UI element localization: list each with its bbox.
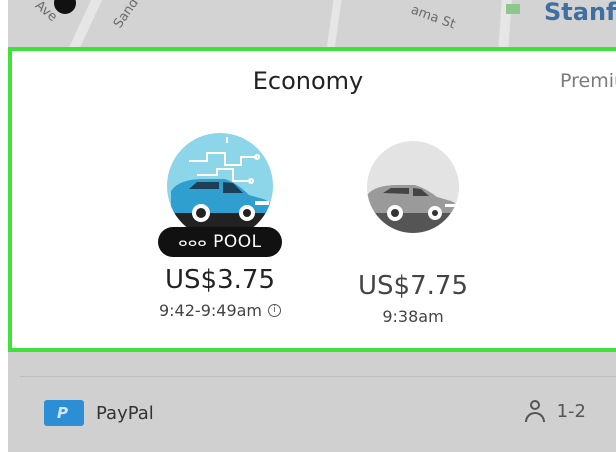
map-road (325, 0, 343, 48)
group-icon: ⴰⴰⴰ (178, 234, 208, 250)
standard-price: US$7.75 (358, 271, 468, 301)
map-park-area (506, 4, 520, 14)
standard-eta: 9:38am (323, 307, 503, 326)
standard-car-icon (367, 141, 459, 233)
seat-count: 1-2 (556, 400, 586, 422)
payment-method-label: PayPal (96, 402, 154, 424)
map-view[interactable]: Ave Sand ama St Stanf (0, 0, 616, 48)
pool-badge: ⴰⴰⴰ POOL (158, 227, 282, 257)
map-street-label: ama St (408, 2, 458, 33)
pool-car-icon (167, 133, 273, 239)
tab-premium[interactable]: Premium (560, 70, 616, 92)
payment-method[interactable]: P PayPal (44, 400, 154, 426)
paypal-icon: P (44, 400, 84, 426)
panel-title: Economy (252, 67, 364, 95)
seat-selector[interactable]: 1-2 (524, 400, 586, 422)
pool-eta: 9:42-9:49am i (130, 301, 310, 320)
person-icon (524, 400, 545, 422)
pool-badge-label: POOL (213, 232, 262, 252)
ride-selection-panel: Economy Premium (8, 47, 616, 352)
standard-eta-text: 9:38am (382, 307, 444, 326)
pool-eta-text: 9:42-9:49am (158, 301, 263, 320)
page-left-edge (0, 0, 8, 452)
pool-price: US$3.75 (165, 265, 275, 295)
map-place-label: Stanf (544, 0, 616, 26)
info-icon[interactable]: i (268, 304, 282, 317)
ride-option-standard[interactable]: US$7.75 9:38am (323, 133, 503, 326)
divider (20, 376, 616, 377)
ride-option-pool[interactable]: ⴰⴰⴰ POOL US$3.75 9:42-9:49am i (130, 133, 310, 320)
map-street-label: Sand (110, 0, 142, 32)
booking-footer: P PayPal 1-2 (0, 352, 616, 452)
